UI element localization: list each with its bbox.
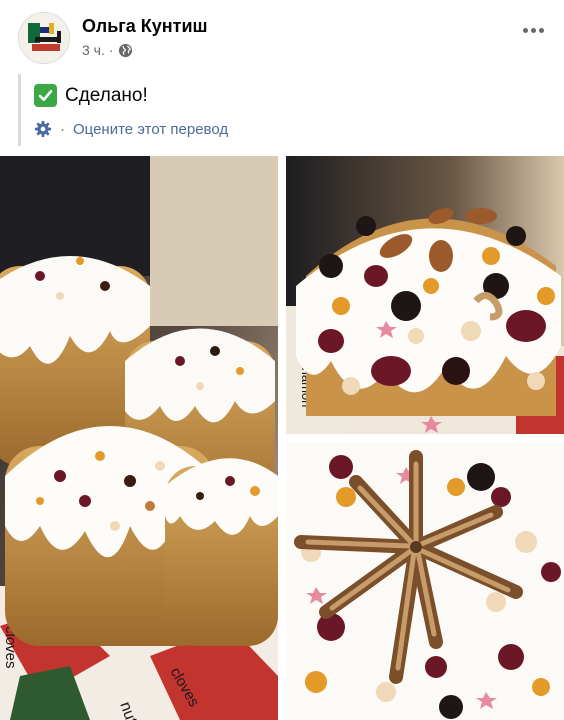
gear-icon[interactable] <box>34 120 52 138</box>
translation-block: Сделано! · Оцените этот перевод <box>18 74 548 146</box>
rate-translation-row: · Оцените этот перевод <box>34 120 228 138</box>
post-text: Сделано! <box>34 84 148 107</box>
author-avatar[interactable] <box>18 12 70 64</box>
post-header: Ольга Кунтиш 3 ч. · <box>0 0 564 70</box>
globe-icon[interactable] <box>118 43 133 58</box>
check-mark-icon <box>34 84 57 107</box>
photo-kulich-group[interactable]: cloves nut cloves <box>0 156 278 720</box>
post-text-content: Сделано! <box>65 84 148 106</box>
photo-kulich-closeup[interactable]: cinnamon <box>286 156 564 434</box>
photo-grid: cloves nut cloves <box>0 156 564 720</box>
photo-kulich-top-view[interactable] <box>286 442 564 720</box>
author-name[interactable]: Ольга Кунтиш <box>82 16 208 37</box>
meta-separator: · <box>108 42 114 58</box>
post-meta: 3 ч. · <box>82 42 133 58</box>
post-time[interactable]: 3 ч. <box>82 42 105 58</box>
rate-separator: · <box>60 120 65 138</box>
more-options-icon[interactable] <box>518 18 548 42</box>
more-dot <box>538 27 544 33</box>
rate-translation-link[interactable]: Оцените этот перевод <box>73 121 228 138</box>
suprematist-painting-avatar-icon <box>19 13 69 63</box>
more-dot <box>522 27 528 33</box>
more-dot <box>530 27 536 33</box>
